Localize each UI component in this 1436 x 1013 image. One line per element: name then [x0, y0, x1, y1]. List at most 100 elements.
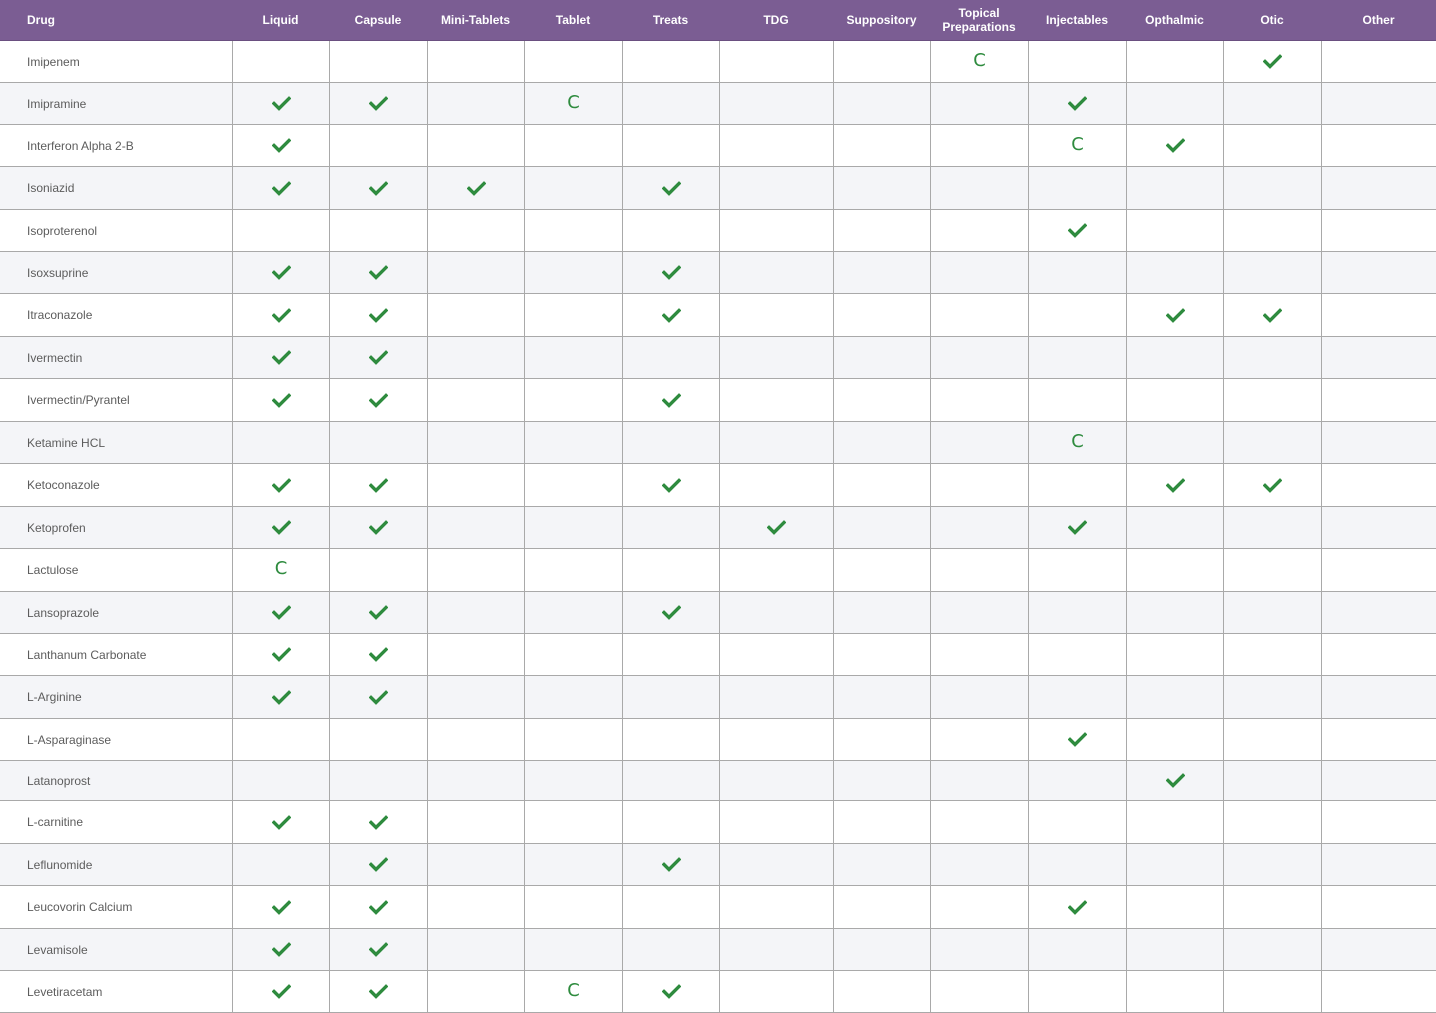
column-header-label: Drug [27, 13, 55, 27]
cell-tdg [719, 422, 833, 463]
cell-tablet [524, 422, 622, 463]
check-icon [1068, 520, 1087, 535]
cell-suppository [833, 801, 930, 843]
cell-otic [1223, 252, 1321, 293]
drug-name-cell: L-Asparaginase [0, 719, 232, 760]
cell-topical-preparations [930, 507, 1028, 548]
check-icon [369, 180, 388, 196]
cell-capsule [329, 719, 427, 760]
cell-capsule [329, 464, 427, 506]
cell-suppository [833, 422, 930, 463]
cell-tablet [524, 210, 622, 251]
cell-treats [622, 125, 719, 166]
cell-tdg [719, 507, 833, 548]
cell-injectables [1028, 210, 1126, 251]
check-icon [1263, 477, 1282, 493]
cell-capsule [329, 801, 427, 843]
cell-tablet [524, 125, 622, 166]
drug-name: L-Arginine [27, 690, 82, 704]
drug-name-cell: Lactulose [0, 549, 232, 591]
column-header-label: Topical Preparations [942, 6, 1016, 34]
drug-name: Levetiracetam [27, 984, 103, 999]
cell-otic [1223, 844, 1321, 885]
table-row: Interferon Alpha 2-B C [0, 125, 1436, 167]
cell-topical-preparations [930, 464, 1028, 506]
cell-injectables [1028, 294, 1126, 336]
cell-topical-preparations [930, 125, 1028, 166]
cell-liquid [232, 761, 329, 800]
cell-otic [1223, 210, 1321, 251]
cell-otic [1223, 379, 1321, 421]
cell-suppository [833, 167, 930, 209]
table-row: Levamisole [0, 929, 1436, 971]
drug-name: Leflunomide [27, 857, 93, 872]
table-header: Drug Liquid Capsule Mini-Tablets Tablet Treat… [0, 0, 1436, 41]
cell-liquid [232, 83, 329, 124]
cell-suppository [833, 549, 930, 591]
cell-mini-tablets [427, 676, 524, 718]
cell-liquid [232, 507, 329, 548]
cell-capsule [329, 210, 427, 251]
cell-tablet [524, 844, 622, 885]
check-icon [661, 265, 681, 280]
compound-mark: C [973, 49, 986, 71]
drug-name-cell: Isoniazid [0, 167, 232, 209]
check-icon [369, 857, 388, 872]
cell-tdg [719, 929, 833, 970]
drug-name-cell: Leucovorin Calcium [0, 886, 232, 928]
cell-opthalmic [1126, 337, 1223, 378]
cell-injectables: C [1028, 125, 1126, 166]
cell-capsule [329, 549, 427, 591]
cell-opthalmic [1126, 886, 1223, 928]
cell-topical-preparations [930, 337, 1028, 378]
cell-capsule [329, 379, 427, 421]
check-icon [1068, 223, 1087, 238]
check-icon [767, 520, 786, 535]
column-header-otic: Otic [1223, 0, 1321, 40]
cell-capsule [329, 844, 427, 885]
cell-tablet [524, 167, 622, 209]
check-icon [1263, 54, 1282, 69]
check-icon [271, 477, 291, 493]
drug-name: Levamisole [27, 942, 88, 957]
cell-capsule [329, 294, 427, 336]
cell-topical-preparations [930, 422, 1028, 463]
cell-suppository [833, 676, 930, 718]
check-icon [1165, 307, 1185, 323]
cell-opthalmic [1126, 676, 1223, 718]
cell-injectables [1028, 507, 1126, 548]
cell-topical-preparations: C [930, 41, 1028, 82]
cell-otic [1223, 592, 1321, 633]
cell-mini-tablets [427, 719, 524, 760]
cell-suppository [833, 844, 930, 885]
cell-tablet [524, 549, 622, 591]
cell-suppository [833, 507, 930, 548]
cell-treats [622, 634, 719, 675]
cell-other [1321, 125, 1436, 166]
check-icon [271, 307, 291, 323]
drug-name: Lactulose [27, 563, 79, 577]
cell-mini-tablets [427, 592, 524, 633]
cell-injectables [1028, 761, 1126, 800]
cell-injectables [1028, 929, 1126, 970]
check-icon [661, 477, 681, 493]
cell-injectables [1028, 337, 1126, 378]
check-icon [271, 942, 291, 957]
cell-tdg [719, 294, 833, 336]
cell-suppository [833, 886, 930, 928]
check-icon [369, 96, 388, 111]
column-header-treats: Treats [622, 0, 719, 40]
cell-tablet [524, 761, 622, 800]
cell-opthalmic [1126, 844, 1223, 885]
cell-liquid: C [232, 549, 329, 591]
drug-name-cell: Isoxsuprine [0, 252, 232, 293]
cell-otic [1223, 294, 1321, 336]
table-row: Imipramine C [0, 83, 1436, 125]
cell-opthalmic [1126, 801, 1223, 843]
table-row: Ivermectin [0, 337, 1436, 379]
check-icon [1165, 773, 1185, 788]
cell-tablet [524, 337, 622, 378]
check-icon [1068, 899, 1087, 915]
cell-injectables [1028, 801, 1126, 843]
cell-tdg [719, 210, 833, 251]
